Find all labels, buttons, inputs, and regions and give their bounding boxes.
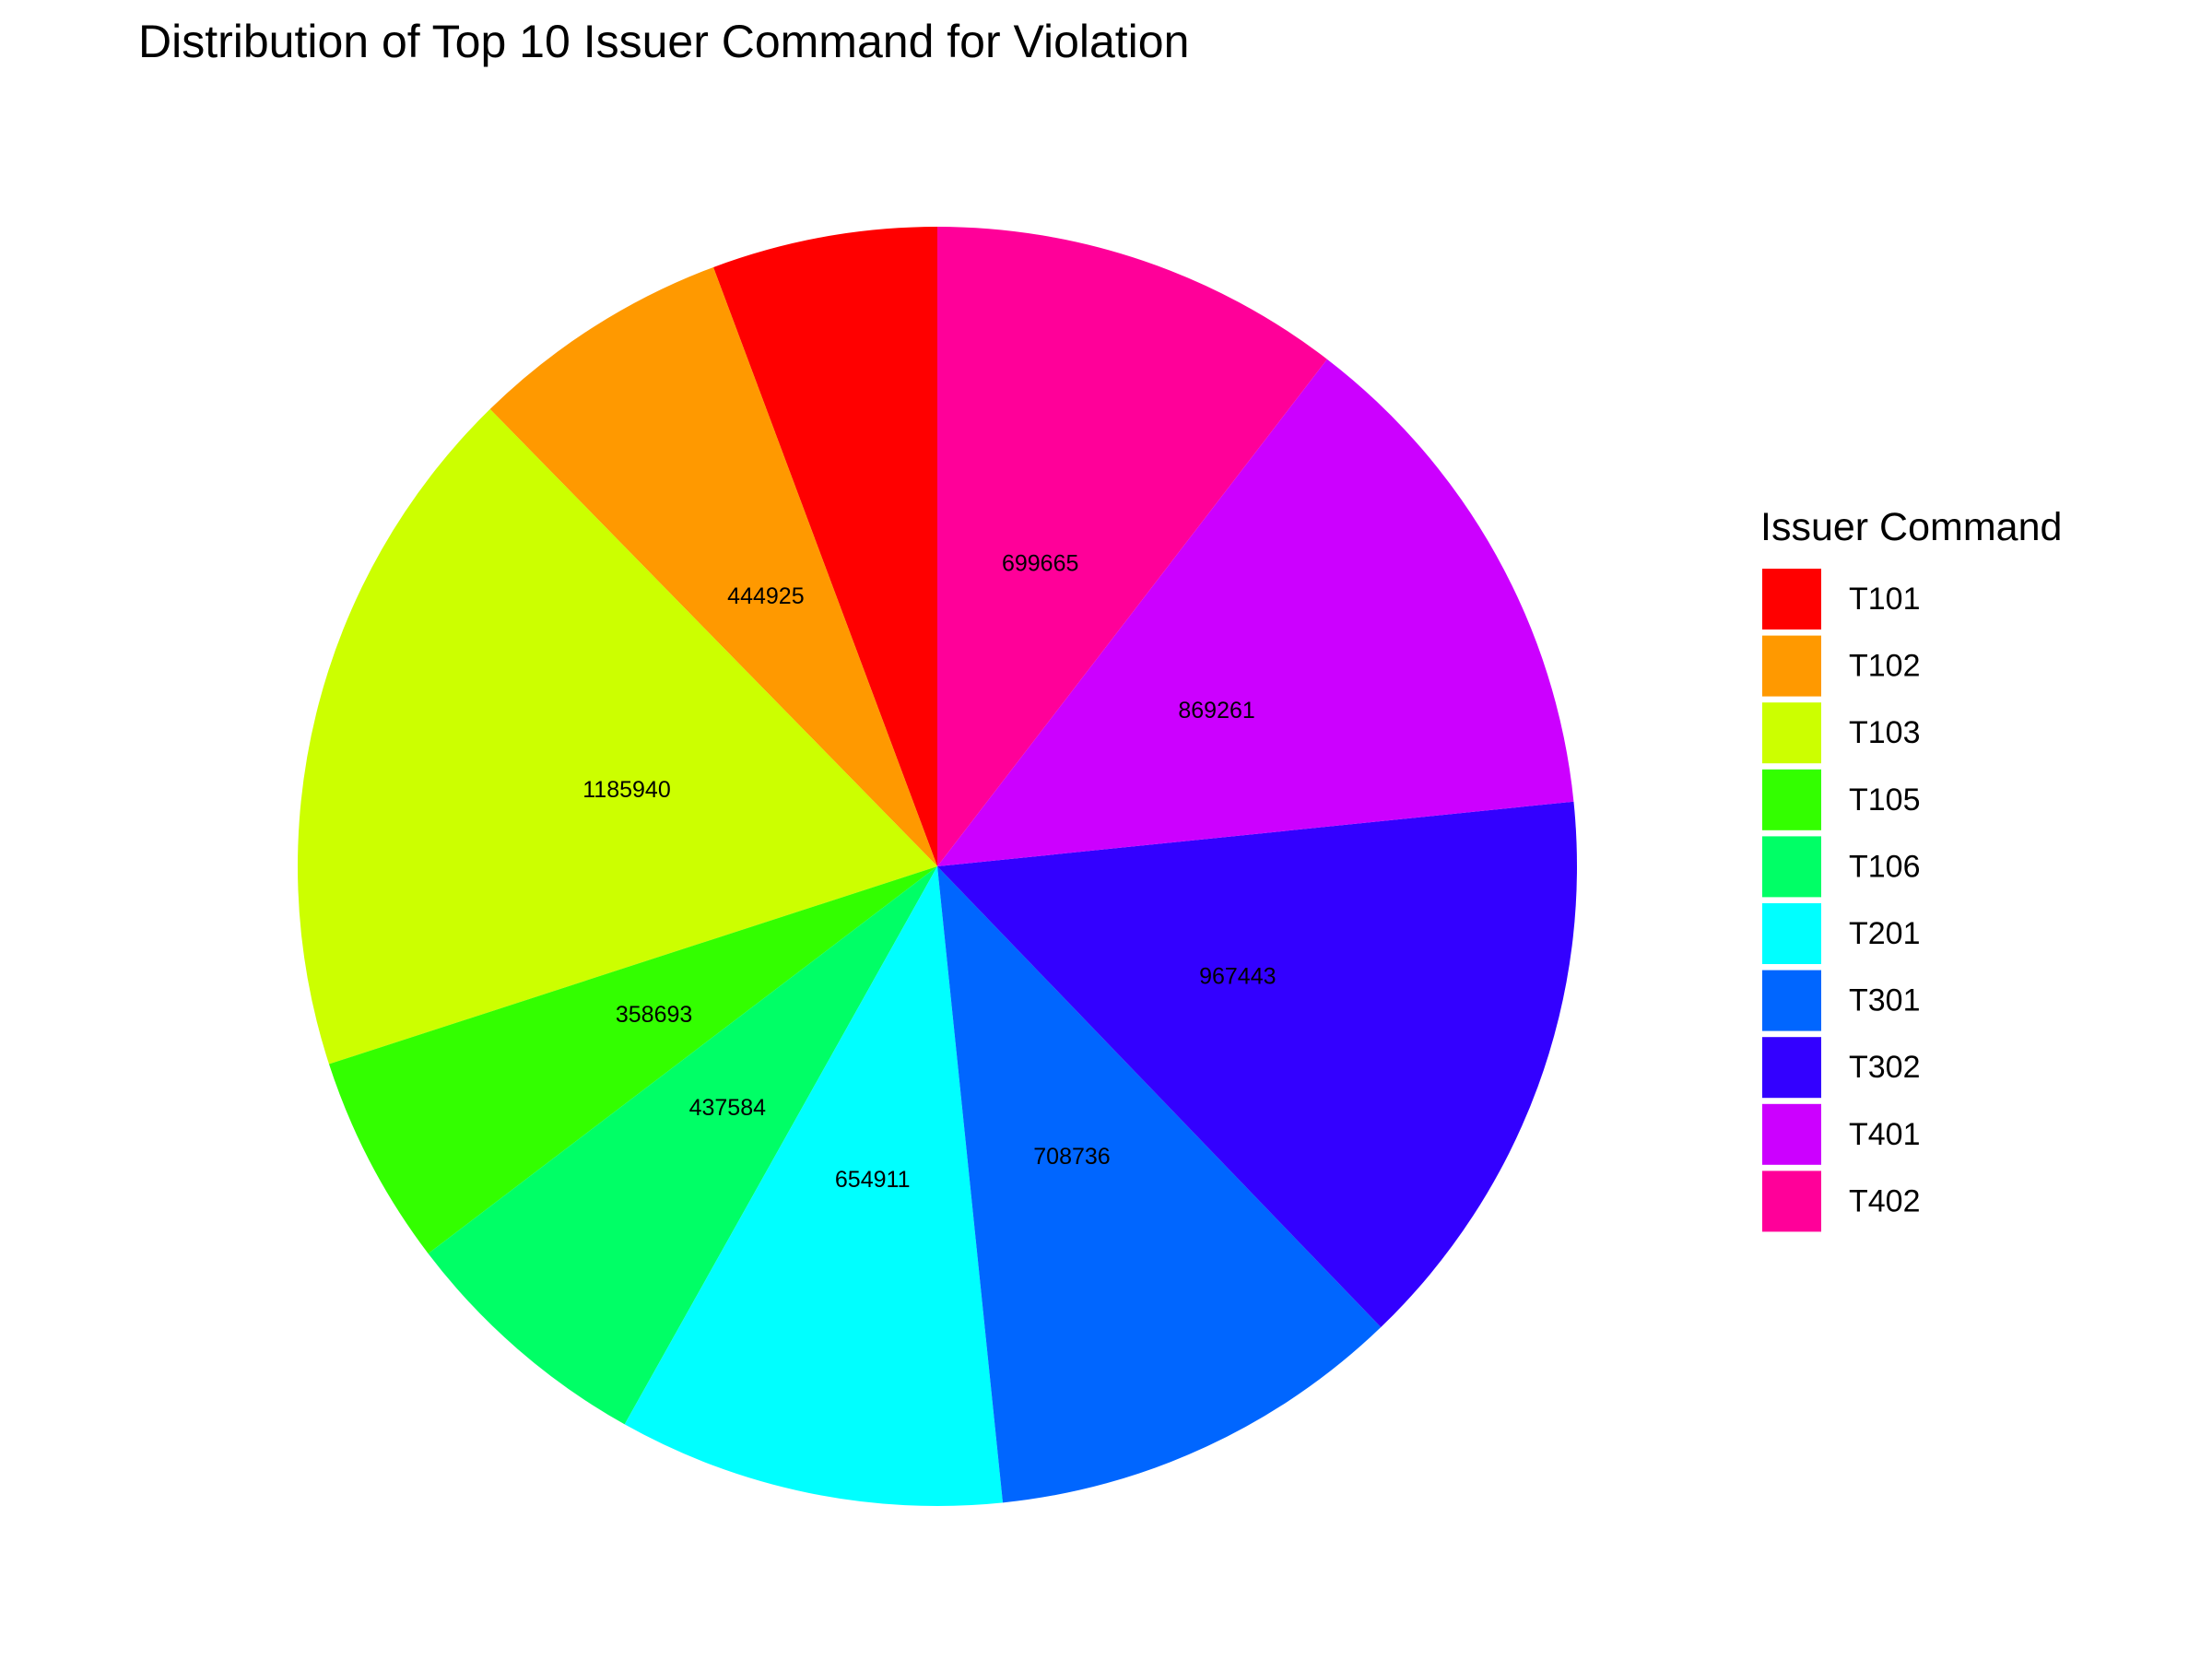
legend-label-t105: T105 [1849, 782, 1921, 818]
slice-value-label-t105: 358693 [616, 1002, 692, 1028]
legend-label-t401: T401 [1849, 1117, 1921, 1152]
slice-value-label-t302: 967443 [1199, 964, 1276, 990]
slice-value-label-t102: 444925 [727, 583, 804, 609]
legend-key-t102 [1762, 635, 1821, 697]
legend-label-t103: T103 [1849, 715, 1921, 750]
legend-key-t101 [1762, 569, 1821, 629]
legend-label-t402: T402 [1849, 1183, 1921, 1218]
pie-chart: Distribution of Top 10 Issuer Command fo… [138, 16, 2062, 1507]
slice-value-label-t301: 708736 [1033, 1144, 1110, 1170]
legend-key-t105 [1762, 769, 1821, 830]
chart-container: Distribution of Top 10 Issuer Command fo… [0, 0, 2212, 1659]
legend-key-t201 [1762, 903, 1821, 964]
legend-label-t102: T102 [1849, 649, 1921, 684]
legend-key-t302 [1762, 1037, 1821, 1099]
chart-title: Distribution of Top 10 Issuer Command fo… [138, 16, 1189, 67]
legend-title: Issuer Command [1760, 505, 2062, 549]
legend-key-t402 [1762, 1171, 1821, 1232]
legend: Issuer Command T101 T102 T103 T105 T106 T201 T… [1760, 505, 2062, 1232]
slice-value-label-t103: 1185940 [582, 777, 670, 803]
slice-value-label-t201: 654911 [835, 1167, 911, 1193]
legend-key-t106 [1762, 836, 1821, 898]
slice-value-label-t401: 869261 [1178, 698, 1254, 724]
slice-value-label-t402: 699665 [1002, 551, 1078, 577]
legend-key-t301 [1762, 970, 1821, 1031]
pie-slices [297, 227, 1578, 1507]
legend-label-t201: T201 [1849, 916, 1921, 951]
slice-value-label-t106: 437584 [689, 1095, 767, 1121]
legend-label-t106: T106 [1849, 849, 1921, 884]
legend-label-t302: T302 [1849, 1050, 1921, 1085]
legend-key-t401 [1762, 1103, 1821, 1165]
legend-label-t301: T301 [1849, 983, 1921, 1018]
legend-label-t101: T101 [1849, 582, 1921, 617]
legend-key-t103 [1762, 702, 1821, 764]
